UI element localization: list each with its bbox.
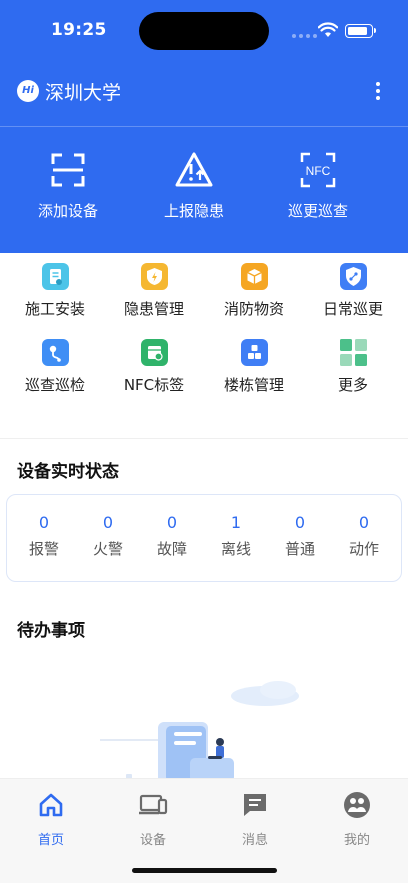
hazard-management-label: 隐患管理 <box>123 300 184 318</box>
building-management-label: 楼栋管理 <box>223 376 284 394</box>
stat-alarm-label: 报警 <box>28 540 59 558</box>
tab-home-label: 首页 <box>37 833 64 848</box>
grid-more-icon <box>339 339 367 366</box>
patrol-inspection-label: 巡更巡查 <box>287 202 348 220</box>
building-management-item[interactable]: 楼栋管理 <box>203 339 305 395</box>
construction-icon <box>41 263 69 290</box>
app-logo: Hi <box>17 80 39 102</box>
stat-normal-value: 0 <box>294 513 306 532</box>
stat-action-label: 动作 <box>348 540 379 558</box>
dynamic-island <box>139 12 269 50</box>
daily-patrol-label: 日常巡更 <box>322 300 383 318</box>
todo-title: 待办事项 <box>17 621 85 641</box>
stat-normal-label: 普通 <box>284 540 315 558</box>
signal-icon <box>292 34 317 38</box>
status-time: 19:25 <box>51 20 107 40</box>
construction-install-label: 施工安装 <box>24 300 85 318</box>
stat-fault[interactable]: 0 故障 <box>140 513 204 559</box>
stat-alarm[interactable]: 0 报警 <box>12 513 76 559</box>
stat-offline-value: 1 <box>230 513 242 532</box>
empty-state-illustration <box>100 681 299 780</box>
tab-profile-label: 我的 <box>343 833 370 848</box>
stat-normal[interactable]: 0 普通 <box>268 513 332 559</box>
patrol-check-item[interactable]: 巡查巡检 <box>4 339 106 395</box>
section-divider <box>0 438 408 439</box>
tab-devices-label: 设备 <box>139 833 166 848</box>
nfc-tag-label: NFC标签 <box>123 376 185 394</box>
page-title[interactable]: 深圳大学 <box>45 78 121 105</box>
stat-offline[interactable]: 1 离线 <box>204 513 268 559</box>
patrol-check-label: 巡查巡检 <box>24 376 85 394</box>
fire-supplies-label: 消防物资 <box>223 300 284 318</box>
add-device-button[interactable]: 添加设备 <box>0 150 136 221</box>
fire-supplies-item[interactable]: 消防物资 <box>203 263 305 319</box>
home-icon <box>39 793 63 817</box>
stat-alarm-value: 0 <box>38 513 50 532</box>
battery-level <box>348 27 367 35</box>
supplies-icon <box>240 263 268 290</box>
report-hazard-button[interactable]: 上报隐患 <box>126 150 262 221</box>
stat-action[interactable]: 0 动作 <box>332 513 396 559</box>
stat-fault-label: 故障 <box>156 540 187 558</box>
header-divider <box>0 126 408 127</box>
status-bar: 19:25 <box>0 0 408 60</box>
tab-devices[interactable]: 设备 <box>102 791 204 848</box>
device-status-card: 0 报警 0 火警 0 故障 1 离线 0 普通 0 动作 <box>6 494 402 582</box>
nfc-icon: NFC <box>300 152 336 188</box>
message-icon <box>244 794 266 816</box>
patrol-shield-icon <box>339 263 367 290</box>
more-label: 更多 <box>337 376 368 394</box>
nfc-icon-text: NFC <box>306 164 331 178</box>
building-blocks-icon <box>240 339 268 366</box>
patrol-inspection-button[interactable]: NFC 巡更巡查 <box>250 150 386 221</box>
daily-patrol-item[interactable]: 日常巡更 <box>302 263 404 319</box>
stat-fire-label: 火警 <box>92 540 123 558</box>
add-device-label: 添加设备 <box>37 202 98 220</box>
devices-icon <box>139 794 168 815</box>
more-item[interactable]: 更多 <box>302 339 404 395</box>
route-map-icon <box>41 339 69 366</box>
stat-fire-value: 0 <box>102 513 114 532</box>
hazard-management-item[interactable]: 隐患管理 <box>103 263 205 319</box>
tab-messages[interactable]: 消息 <box>204 791 306 848</box>
nfc-tag-item[interactable]: NFC标签 <box>103 339 205 395</box>
battery-icon <box>345 24 376 38</box>
hazard-icon <box>140 263 168 290</box>
warning-report-icon <box>175 152 213 187</box>
report-hazard-label: 上报隐患 <box>163 202 224 220</box>
title-bar: Hi 深圳大学 <box>0 70 408 110</box>
scan-icon <box>51 153 85 187</box>
tab-profile[interactable]: 我的 <box>306 791 408 848</box>
header: 19:25 Hi 深圳大学 添加设备 上报隐患 NFC 巡更巡查 <box>0 0 408 253</box>
construction-install-item[interactable]: 施工安装 <box>4 263 106 319</box>
stat-fault-value: 0 <box>166 513 178 532</box>
stat-offline-label: 离线 <box>220 540 251 558</box>
tab-messages-label: 消息 <box>241 833 268 848</box>
more-menu-icon[interactable] <box>370 80 386 102</box>
stat-action-value: 0 <box>358 513 370 532</box>
tab-home[interactable]: 首页 <box>0 791 102 848</box>
profile-icon <box>344 792 370 818</box>
tag-calendar-icon <box>140 339 168 366</box>
stat-fire[interactable]: 0 火警 <box>76 513 140 559</box>
home-indicator <box>132 868 277 873</box>
wifi-icon <box>318 22 338 37</box>
device-status-title: 设备实时状态 <box>17 462 119 482</box>
